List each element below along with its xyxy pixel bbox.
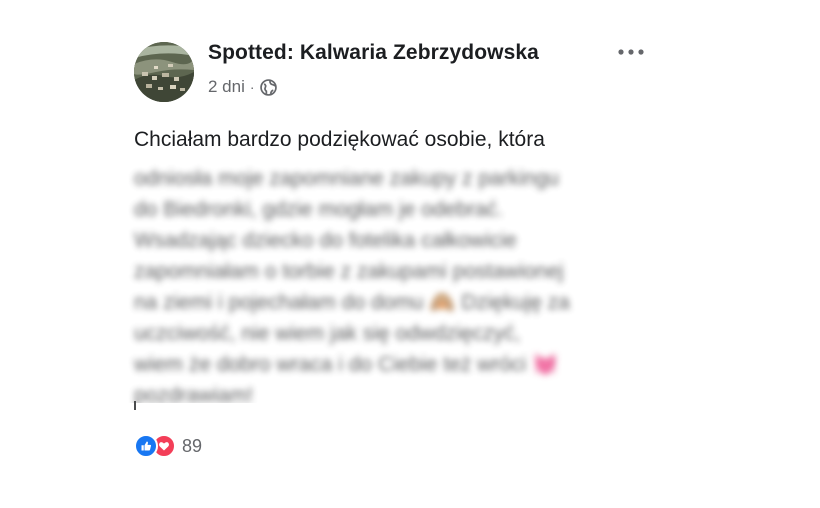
- post-meta: 2 dni ·: [208, 77, 277, 97]
- blurred-line: na ziemi i pojechałam do domu 🙈 Dziękuję…: [134, 291, 570, 314]
- more-options-icon[interactable]: [616, 44, 646, 60]
- page-name-link[interactable]: Spotted: Kalwaria Zebrzydowska: [208, 41, 539, 65]
- blurred-line: Wsadzając dziecko do fotelika całkowicie: [134, 229, 517, 252]
- text-cursor-mark: [134, 401, 136, 410]
- blurred-line: zapomniałam o torbie z zakupami postawio…: [134, 260, 564, 283]
- like-icon: [134, 434, 158, 458]
- post-timestamp[interactable]: 2 dni: [208, 77, 245, 97]
- blurred-line: odniosła moje zapomniane zakupy z parkin…: [134, 167, 559, 190]
- post-text-visible: Chciałam bardzo podziękować osobie, któr…: [134, 128, 545, 151]
- blurred-line: do Biedronki, gdzie mogłam je odebrać.: [134, 198, 503, 221]
- reaction-count[interactable]: 89: [182, 436, 202, 457]
- blurred-text-region: odniosła moje zapomniane zakupy z parkin…: [44, 163, 696, 403]
- avatar-image: [134, 42, 194, 102]
- blurred-line: uczciwość, nie wiem jak się odwdzięczyć,: [134, 322, 521, 345]
- blurred-line: wiem że dobro wraca i do Ciebie też wróc…: [134, 353, 559, 376]
- meta-separator: ·: [249, 79, 255, 95]
- page-avatar[interactable]: [134, 42, 194, 102]
- globe-icon: [259, 78, 277, 96]
- blurred-line: pozdrawiam!: [134, 384, 254, 403]
- reactions-summary[interactable]: 89: [134, 434, 202, 458]
- blurred-text-lines: odniosła moje zapomniane zakupy z parkin…: [134, 163, 570, 403]
